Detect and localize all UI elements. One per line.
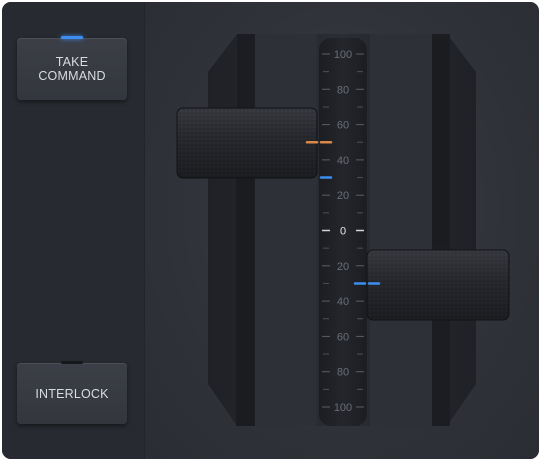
left-lever-handle[interactable] [176,107,318,179]
take-command-indicator [61,36,83,39]
take-command-label-line2: COMMAND [38,69,106,83]
interlock-indicator [61,361,83,364]
scale-label: 40 [337,155,349,167]
scale-label: 100 [334,402,352,414]
take-command-label-line1: TAKE [55,55,89,69]
left-slot [255,34,317,426]
scale-label: 60 [337,331,349,343]
control-column: TAKE COMMAND INTERLOCK [2,2,145,459]
scale-label: 20 [337,190,349,202]
right-lever-handle[interactable] [366,249,510,321]
lever-graphics: 100 80 60 40 20 0 20 40 60 80 100 [176,34,510,426]
interlock-label: INTERLOCK [35,386,109,401]
lever-area: 100 80 60 40 20 0 20 40 60 80 100 [145,2,539,459]
scale-label: 100 [334,49,352,61]
left-lever-track [236,178,254,426]
scale-label: 0 [340,226,346,238]
right-lever-track [432,38,448,246]
take-command-button[interactable]: TAKE COMMAND [17,36,127,100]
throttle-panel: TAKE COMMAND INTERLOCK 100 80 60 40 20 0… [2,2,539,459]
interlock-button[interactable]: INTERLOCK [17,361,127,424]
scale-label: 40 [337,296,349,308]
scale-label: 20 [337,261,349,273]
scale-label: 80 [337,367,349,379]
scale-label: 60 [337,120,349,132]
right-slot [370,34,432,426]
scale-label: 80 [337,84,349,96]
